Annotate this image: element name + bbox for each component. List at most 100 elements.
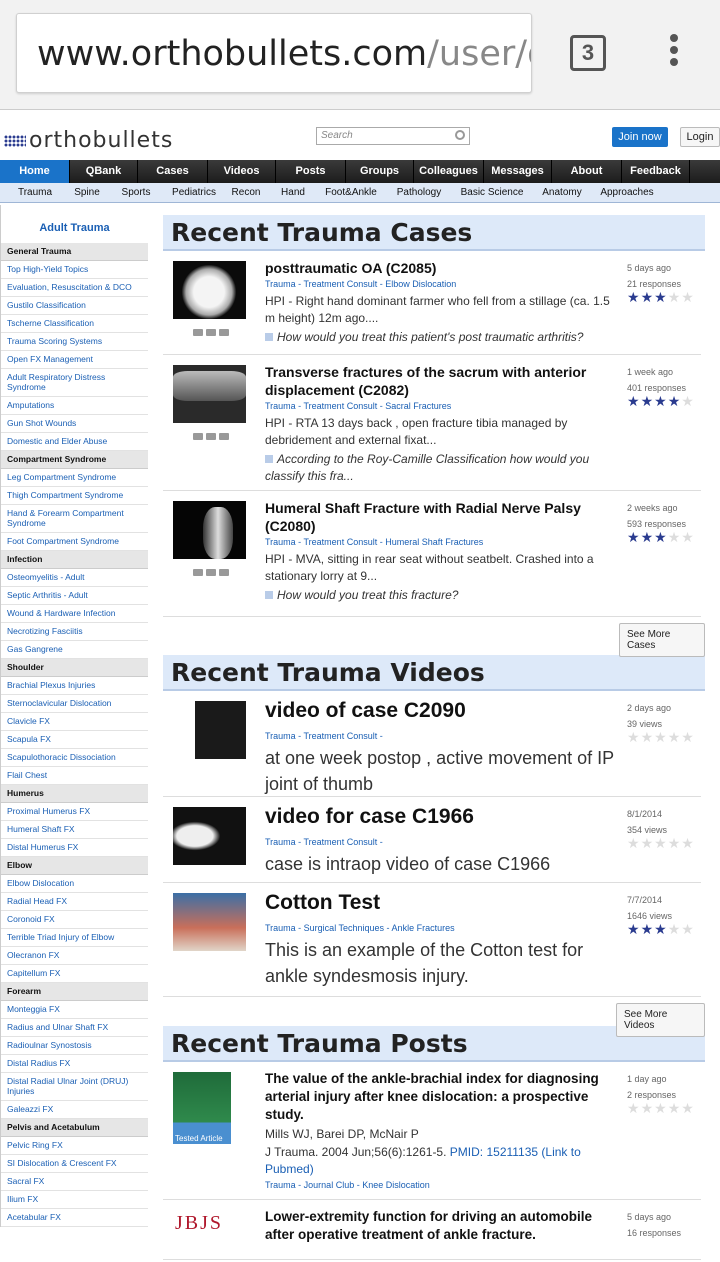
case-thumbnail[interactable]	[173, 501, 246, 559]
sidebar-item-brachial-plexus-injuries[interactable]: Brachial Plexus Injuries	[1, 677, 148, 695]
url-bar[interactable]: www.orthobullets.com/user/da	[16, 13, 532, 93]
sidebar-item-open-fx-management[interactable]: Open FX Management	[1, 351, 148, 369]
subnav-item-recon[interactable]: Recon	[220, 183, 272, 202]
video-breadcrumb[interactable]: Trauma - Surgical Techniques - Ankle Fra…	[265, 923, 455, 933]
sidebar-item-radial-head-fx[interactable]: Radial Head FX	[1, 893, 148, 911]
sidebar-item-radioulnar-synostosis[interactable]: Radioulnar Synostosis	[1, 1037, 148, 1055]
nav-tab-messages[interactable]: Messages	[484, 160, 552, 183]
nav-tab-home[interactable]: Home	[0, 160, 70, 183]
join-now-button[interactable]: Join now	[612, 127, 668, 147]
video-title-link[interactable]: video for case C1966	[265, 805, 615, 829]
case-thumbnail[interactable]	[173, 365, 246, 423]
search-icon[interactable]	[455, 130, 465, 140]
case-thumbnail[interactable]	[173, 261, 246, 319]
sidebar-item-scapula-fx[interactable]: Scapula FX	[1, 731, 148, 749]
overflow-menu-icon[interactable]	[664, 34, 684, 74]
sidebar-item-sacral-fx[interactable]: Sacral FX	[1, 1173, 148, 1191]
nav-tab-cases[interactable]: Cases	[138, 160, 208, 183]
sidebar-item-evaluation-resuscitation-dco[interactable]: Evaluation, Resuscitation & DCO	[1, 279, 148, 297]
sidebar-item-distal-humerus-fx[interactable]: Distal Humerus FX	[1, 839, 148, 857]
video-item[interactable]: video of case C2090 Trauma - Treatment Co…	[163, 691, 701, 797]
sidebar-item-terrible-triad-injury-of-elbow[interactable]: Terrible Triad Injury of Elbow	[1, 929, 148, 947]
sidebar-item-necrotizing-fasciitis[interactable]: Necrotizing Fasciitis	[1, 623, 148, 641]
sidebar-item-radius-and-ulnar-shaft-fx[interactable]: Radius and Ulnar Shaft FX	[1, 1019, 148, 1037]
nav-tab-groups[interactable]: Groups	[346, 160, 414, 183]
sidebar-item-ilium-fx[interactable]: Ilium FX	[1, 1191, 148, 1209]
video-breadcrumb[interactable]: Trauma - Treatment Consult -	[265, 837, 383, 847]
nav-tab-feedback[interactable]: Feedback	[622, 160, 690, 183]
sidebar-item-domestic-and-elder-abuse[interactable]: Domestic and Elder Abuse	[1, 433, 148, 451]
subnav-item-basic-science[interactable]: Basic Science	[450, 183, 534, 202]
subnav-item-sports[interactable]: Sports	[104, 183, 168, 202]
sidebar-item-thigh-compartment-syndrome[interactable]: Thigh Compartment Syndrome	[1, 487, 148, 505]
sidebar-item-osteomyelitis-adult[interactable]: Osteomyelitis - Adult	[1, 569, 148, 587]
sidebar-item-gas-gangrene[interactable]: Gas Gangrene	[1, 641, 148, 659]
sidebar-item-septic-arthritis-adult[interactable]: Septic Arthritis - Adult	[1, 587, 148, 605]
subnav-item-hand[interactable]: Hand	[272, 183, 314, 202]
nav-tab-about[interactable]: About	[552, 160, 622, 183]
video-item[interactable]: video for case C1966 Trauma - Treatment C…	[163, 797, 701, 883]
site-logo[interactable]: orthobullets	[4, 128, 173, 153]
video-thumbnail[interactable]	[173, 893, 246, 951]
subnav-item-anatomy[interactable]: Anatomy	[534, 183, 590, 202]
see-more-cases-button[interactable]: See More Cases	[619, 623, 705, 657]
sidebar-item-acetabular-fx[interactable]: Acetabular FX	[1, 1209, 148, 1227]
sidebar-item-scapulothoracic-dissociation[interactable]: Scapulothoracic Dissociation	[1, 749, 148, 767]
nav-tab-posts[interactable]: Posts	[276, 160, 346, 183]
nav-tab-videos[interactable]: Videos	[208, 160, 276, 183]
case-breadcrumb[interactable]: Trauma - Treatment Consult - Sacral Frac…	[265, 401, 451, 411]
nav-tab-qbank[interactable]: QBank	[70, 160, 138, 183]
sidebar-item-monteggia-fx[interactable]: Monteggia FX	[1, 1001, 148, 1019]
post-thumbnail-jbjs[interactable]: JBJS	[175, 1212, 223, 1235]
see-more-videos-button[interactable]: See More Videos	[616, 1003, 705, 1037]
sidebar-item-olecranon-fx[interactable]: Olecranon FX	[1, 947, 148, 965]
sidebar-item-adult-respiratory-distress-syndrome[interactable]: Adult Respiratory Distress Syndrome	[1, 369, 148, 397]
video-item[interactable]: Cotton Test Trauma - Surgical Techniques …	[163, 883, 701, 997]
sidebar-item-gustilo-classification[interactable]: Gustilo Classification	[1, 297, 148, 315]
post-thumbnail[interactable]: Tested Article	[173, 1072, 231, 1144]
post-breadcrumb[interactable]: Trauma - Journal Club - Knee Dislocation	[265, 1180, 430, 1190]
case-title-link[interactable]: Humeral Shaft Fracture with Radial Nerve…	[265, 499, 615, 535]
sidebar-item-capitellum-fx[interactable]: Capitellum FX	[1, 965, 148, 983]
sidebar-item-distal-radial-ulnar-joint-druj-injuries[interactable]: Distal Radial Ulnar Joint (DRUJ) Injurie…	[1, 1073, 148, 1101]
sidebar-item-clavicle-fx[interactable]: Clavicle FX	[1, 713, 148, 731]
sidebar-item-pelvic-ring-fx[interactable]: Pelvic Ring FX	[1, 1137, 148, 1155]
video-thumbnail[interactable]	[173, 701, 246, 759]
sidebar-item-gun-shot-wounds[interactable]: Gun Shot Wounds	[1, 415, 148, 433]
sidebar-item-top-high-yield-topics[interactable]: Top High-Yield Topics	[1, 261, 148, 279]
case-title-link[interactable]: Transverse fractures of the sacrum with …	[265, 363, 615, 399]
case-title-link[interactable]: posttraumatic OA (C2085)	[265, 259, 615, 277]
video-thumbnail[interactable]	[173, 807, 246, 865]
post-title-link[interactable]: The value of the ankle-brachial index fo…	[265, 1070, 615, 1124]
subnav-item-pathology[interactable]: Pathology	[388, 183, 450, 202]
case-item[interactable]: Humeral Shaft Fracture with Radial Nerve…	[163, 491, 701, 617]
search-input[interactable]: Search	[316, 127, 470, 145]
video-title-link[interactable]: video of case C2090	[265, 699, 615, 723]
sidebar-item-galeazzi-fx[interactable]: Galeazzi FX	[1, 1101, 148, 1119]
case-breadcrumb[interactable]: Trauma - Treatment Consult - Elbow Dislo…	[265, 279, 456, 289]
case-item[interactable]: Transverse fractures of the sacrum with …	[163, 355, 701, 491]
video-title-link[interactable]: Cotton Test	[265, 891, 615, 915]
sidebar-item-wound-hardware-infection[interactable]: Wound & Hardware Infection	[1, 605, 148, 623]
subnav-item-trauma[interactable]: Trauma	[0, 183, 70, 202]
video-breadcrumb[interactable]: Trauma - Treatment Consult -	[265, 731, 383, 741]
subnav-item-foot-ankle[interactable]: Foot&Ankle	[314, 183, 388, 202]
sidebar-item-si-dislocation-crescent-fx[interactable]: SI Dislocation & Crescent FX	[1, 1155, 148, 1173]
sidebar-item-flail-chest[interactable]: Flail Chest	[1, 767, 148, 785]
sidebar-item-coronoid-fx[interactable]: Coronoid FX	[1, 911, 148, 929]
post-title-link[interactable]: Lower-extremity function for driving an …	[265, 1208, 615, 1244]
sidebar-item-humeral-shaft-fx[interactable]: Humeral Shaft FX	[1, 821, 148, 839]
subnav-item-approaches[interactable]: Approaches	[590, 183, 664, 202]
sidebar-item-foot-compartment-syndrome[interactable]: Foot Compartment Syndrome	[1, 533, 148, 551]
subnav-item-spine[interactable]: Spine	[70, 183, 104, 202]
subnav-item-pediatrics[interactable]: Pediatrics	[168, 183, 220, 202]
sidebar-item-elbow-dislocation[interactable]: Elbow Dislocation	[1, 875, 148, 893]
sidebar-item-tscherne-classification[interactable]: Tscherne Classification	[1, 315, 148, 333]
tab-switcher-button[interactable]: 3	[570, 35, 606, 71]
post-item[interactable]: Tested Article The value of the ankle-bra…	[163, 1062, 701, 1200]
sidebar-item-distal-radius-fx[interactable]: Distal Radius FX	[1, 1055, 148, 1073]
sidebar-item-trauma-scoring-systems[interactable]: Trauma Scoring Systems	[1, 333, 148, 351]
login-button[interactable]: Login	[680, 127, 720, 147]
case-breadcrumb[interactable]: Trauma - Treatment Consult - Humeral Sha…	[265, 537, 483, 547]
sidebar-item-amputations[interactable]: Amputations	[1, 397, 148, 415]
